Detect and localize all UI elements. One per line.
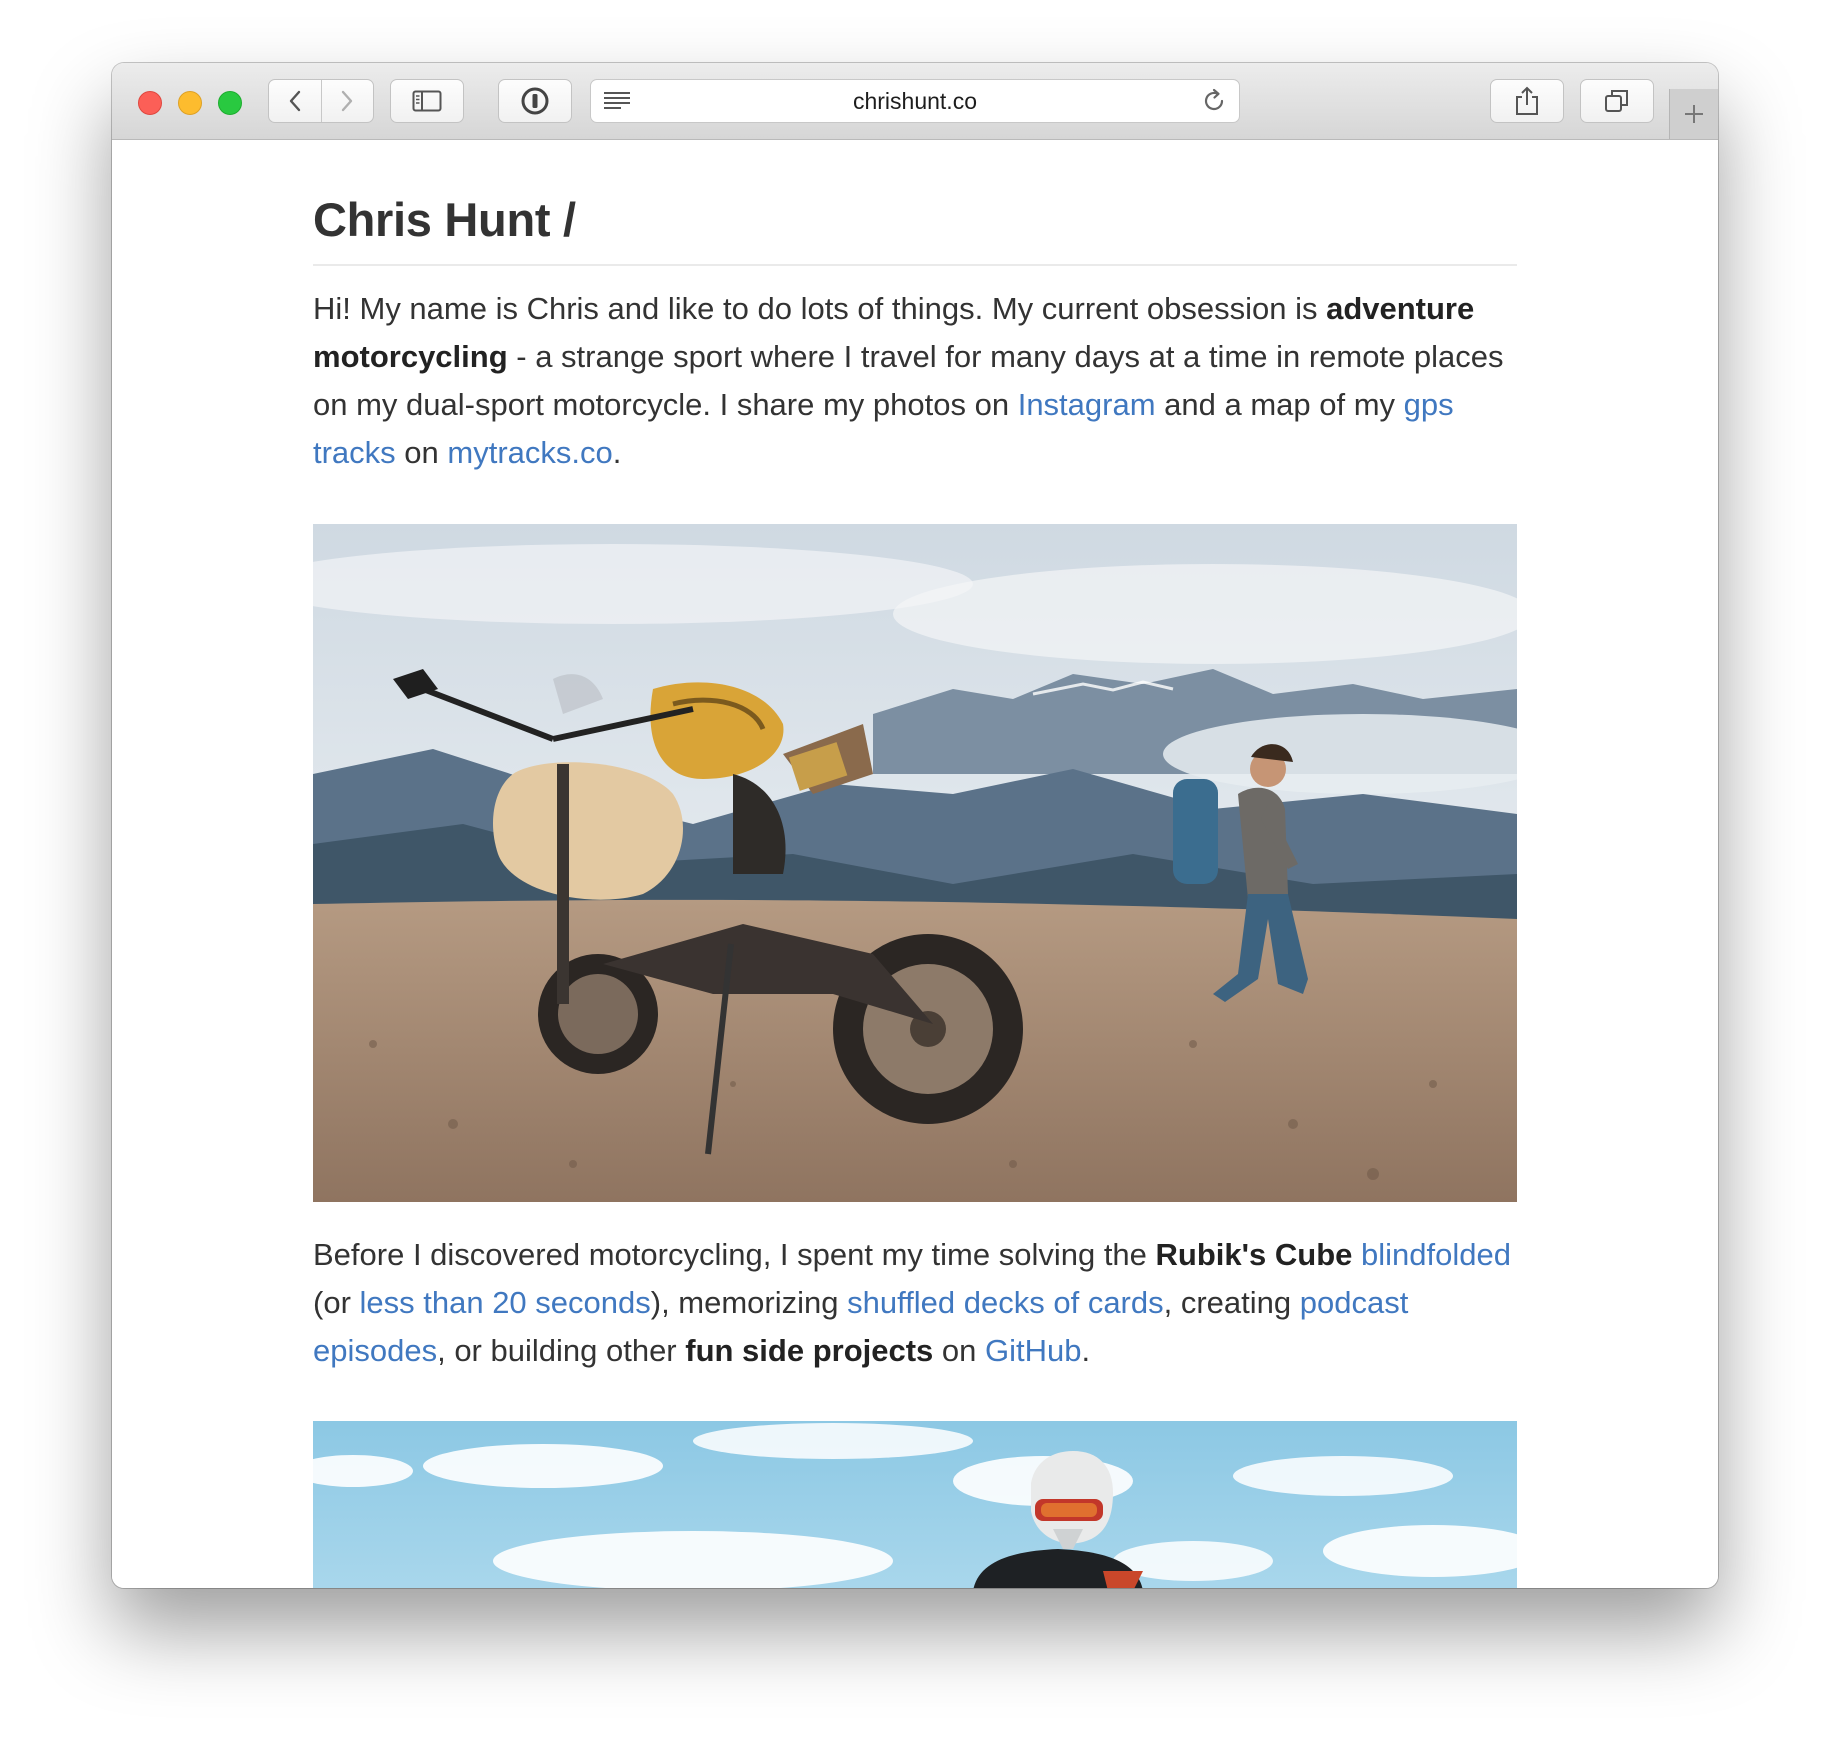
forward-button[interactable] xyxy=(320,80,374,122)
second-text: ), memorizing xyxy=(650,1285,848,1320)
second-text: . xyxy=(1081,1333,1091,1368)
second-bold-rubiks: Rubik's Cube xyxy=(1155,1237,1353,1272)
github-link[interactable]: GitHub xyxy=(985,1333,1081,1368)
intro-text: Hi! My name is Chris and like to do lots… xyxy=(313,291,1327,326)
less-than-20-seconds-link[interactable]: less than 20 seconds xyxy=(360,1285,651,1320)
second-text: , creating xyxy=(1163,1285,1300,1320)
rider-photo xyxy=(313,1421,1517,1588)
second-text xyxy=(1352,1237,1361,1272)
page-content: Chris Hunt / Hi! My name is Chris and li… xyxy=(112,140,1718,1588)
intro-text: . xyxy=(612,435,622,470)
sidebar-button[interactable] xyxy=(390,79,464,123)
second-text: on xyxy=(933,1333,986,1368)
new-tab-button[interactable] xyxy=(1669,89,1718,139)
page-title: Chris Hunt / xyxy=(313,193,576,246)
chevron-left-icon xyxy=(289,90,300,112)
chevron-right-icon xyxy=(342,90,353,112)
second-text: (or xyxy=(313,1285,360,1320)
shuffled-decks-link[interactable]: shuffled decks of cards xyxy=(847,1285,1164,1320)
address-bar[interactable]: chrishunt.co xyxy=(590,79,1240,123)
tab-overview-button[interactable] xyxy=(1580,79,1654,123)
second-bold-side-projects: fun side projects xyxy=(685,1333,934,1368)
sidebar-icon xyxy=(412,90,442,112)
browser-window: chrishunt.co Chris Hunt / Hi! My name is… xyxy=(112,63,1718,1588)
browser-toolbar: chrishunt.co xyxy=(112,63,1718,140)
title-divider xyxy=(313,264,1517,266)
reload-icon[interactable] xyxy=(1201,88,1227,119)
back-button[interactable] xyxy=(269,80,321,122)
second-paragraph: Before I discovered motorcycling, I spen… xyxy=(313,1231,1517,1375)
instagram-link[interactable]: Instagram xyxy=(1018,387,1156,422)
motorcycle-photo xyxy=(313,524,1517,1202)
address-url[interactable]: chrishunt.co xyxy=(591,80,1239,122)
back-forward-group xyxy=(268,79,374,123)
mytracks-link[interactable]: mytracks.co xyxy=(447,435,612,470)
minimize-window-button[interactable] xyxy=(178,91,202,115)
intro-paragraph: Hi! My name is Chris and like to do lots… xyxy=(313,285,1517,477)
plus-icon xyxy=(1685,105,1703,123)
password-manager-button[interactable] xyxy=(498,79,572,123)
blindfolded-link[interactable]: blindfolded xyxy=(1361,1237,1511,1272)
password-manager-icon xyxy=(521,87,549,115)
tab-overview-icon xyxy=(1605,90,1628,112)
intro-text: on xyxy=(395,435,448,470)
second-text: , or building other xyxy=(437,1333,686,1368)
close-window-button[interactable] xyxy=(138,91,162,115)
share-icon xyxy=(1516,86,1538,115)
share-button[interactable] xyxy=(1490,79,1564,123)
zoom-window-button[interactable] xyxy=(218,91,242,115)
second-text: Before I discovered motorcycling, I spen… xyxy=(313,1237,1156,1272)
intro-text: and a map of my xyxy=(1155,387,1404,422)
